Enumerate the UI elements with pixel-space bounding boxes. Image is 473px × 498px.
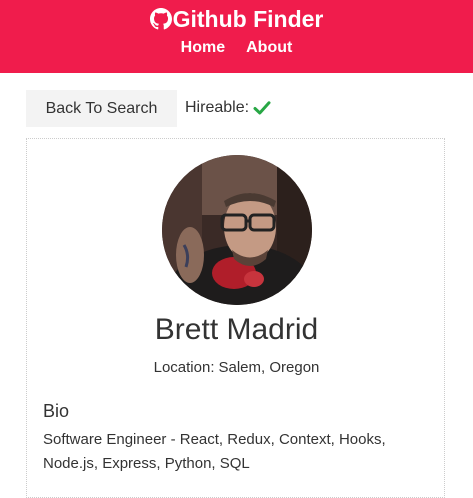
brand[interactable]: Github Finder — [0, 5, 473, 33]
avatar-photo — [162, 155, 312, 305]
user-name: Brett Madrid — [154, 313, 319, 346]
hireable-label: Hireable: — [185, 99, 250, 116]
hireable-status: Hireable: — [185, 98, 271, 118]
nav-links: Home About — [0, 39, 473, 61]
location-label: Location: — [153, 359, 215, 376]
location: Location: Salem, Oregon — [0, 358, 473, 378]
back-to-search-button[interactable]: Back To Search — [26, 90, 177, 127]
location-value: Salem, Oregon — [218, 359, 320, 376]
bio-line: Software Engineer - React, Redux, Contex… — [43, 431, 386, 448]
avatar — [162, 155, 312, 305]
bio-text: Software Engineer - React, Redux, Contex… — [43, 428, 423, 476]
check-icon — [253, 101, 271, 115]
github-icon — [149, 8, 172, 30]
bio-heading: Bio — [43, 401, 70, 421]
bio-line: Node.js, Express, Python, SQL — [43, 455, 250, 472]
nav-about-link[interactable]: About — [246, 39, 292, 61]
nav-home-link[interactable]: Home — [181, 39, 225, 61]
navbar: Github Finder Home About — [0, 0, 473, 73]
brand-title: Github Finder — [172, 5, 324, 32]
